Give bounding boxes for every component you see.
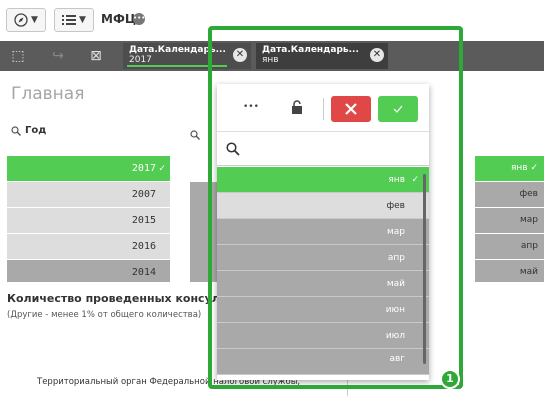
list-item-label: 2016 bbox=[131, 241, 156, 252]
chevron-down-icon: ▼ bbox=[79, 15, 86, 25]
chevron-down-icon: ▼ bbox=[31, 15, 38, 25]
list-item[interactable]: 2007 bbox=[7, 182, 170, 207]
list-item[interactable]: мар bbox=[475, 208, 544, 233]
sheets-button[interactable]: ▼ bbox=[54, 8, 94, 32]
navigation-button[interactable]: ▼ bbox=[6, 8, 46, 32]
clear-selections-icon[interactable]: ⊠ bbox=[86, 47, 106, 65]
compass-icon bbox=[14, 13, 28, 27]
list-item[interactable]: 2016 bbox=[7, 234, 170, 259]
list-item-label: 2015 bbox=[131, 215, 156, 226]
list-item[interactable]: май bbox=[475, 260, 544, 282]
year-listbox-header[interactable]: Год bbox=[11, 125, 46, 136]
list-item-label: 2014 bbox=[131, 267, 156, 278]
check-icon: ✓ bbox=[158, 163, 165, 174]
app-name: МФЦ bbox=[101, 12, 136, 26]
kpi-title: Количество проведенных консультаций bbox=[7, 292, 217, 305]
list-item[interactable]: апр bbox=[475, 234, 544, 259]
list-item-label: 2007 bbox=[131, 189, 156, 200]
list-item-label: янв bbox=[510, 163, 528, 173]
check-icon: ✓ bbox=[530, 163, 538, 173]
list-item-label: фев bbox=[519, 189, 538, 199]
list-item[interactable]: фев bbox=[475, 182, 544, 207]
year-listbox-title: Год bbox=[25, 125, 47, 136]
list-item[interactable]: 2015 bbox=[7, 208, 170, 233]
list-icon bbox=[62, 15, 77, 25]
annotation-badge: 1 bbox=[440, 369, 460, 389]
search-icon bbox=[190, 130, 200, 140]
sheet-title: Главная bbox=[11, 84, 85, 104]
list-item-label: мар bbox=[519, 215, 538, 225]
annotation-highlight-box bbox=[208, 26, 463, 389]
more-icon[interactable]: ••• bbox=[133, 13, 145, 25]
kpi-subtitle: (Другие - менее 1% от общего количества) bbox=[7, 310, 202, 320]
list-item-label: май bbox=[519, 267, 538, 277]
list-item[interactable]: 2014 bbox=[7, 260, 170, 282]
lasso-select-icon[interactable]: ⬚ bbox=[8, 47, 28, 65]
list-item-label: апр bbox=[520, 241, 538, 251]
month-listbox-search-icon[interactable] bbox=[190, 125, 200, 144]
list-item[interactable]: 2017 ✓ bbox=[7, 156, 170, 181]
search-icon bbox=[11, 125, 21, 136]
list-item-label: 2017 bbox=[131, 163, 156, 174]
list-item[interactable]: янв ✓ bbox=[475, 156, 544, 181]
forward-icon[interactable]: ↪ bbox=[48, 47, 68, 65]
